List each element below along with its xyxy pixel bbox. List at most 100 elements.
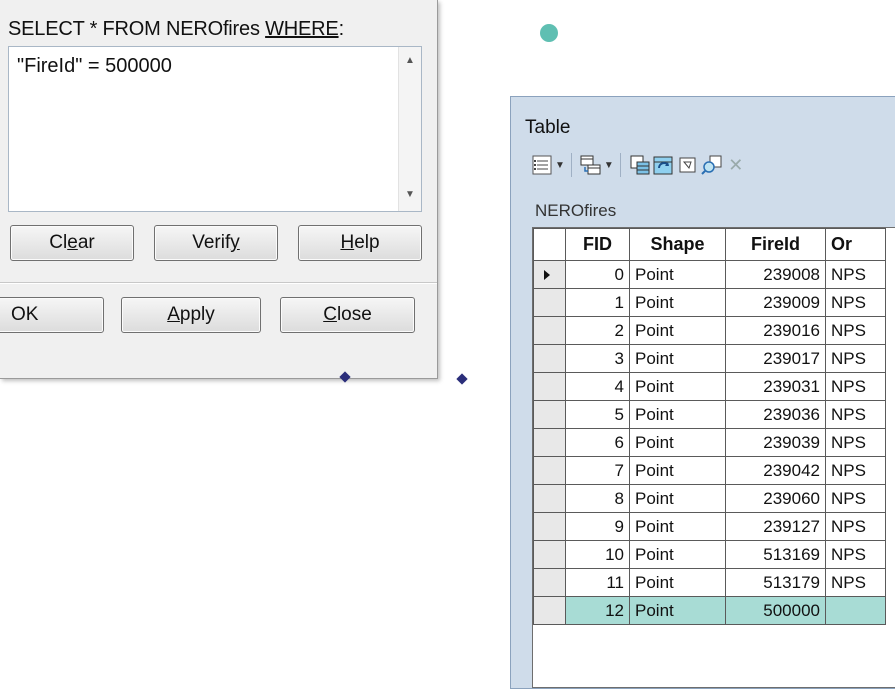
row-selector[interactable]: [533, 568, 566, 597]
cell-org[interactable]: [825, 596, 886, 625]
switch-selection-icon[interactable]: [653, 154, 675, 176]
related-tables-icon[interactable]: [580, 154, 602, 176]
table-row[interactable]: 6 Point 239039 NPS: [533, 428, 886, 457]
cell-fireid[interactable]: 513169: [725, 540, 826, 569]
table-row[interactable]: 0 Point 239008 NPS: [533, 260, 886, 289]
cell-shape[interactable]: Point: [629, 344, 726, 373]
cell-fid[interactable]: 3: [565, 344, 630, 373]
cell-shape[interactable]: Point: [629, 456, 726, 485]
cell-fid[interactable]: 8: [565, 484, 630, 513]
cell-fid[interactable]: 11: [565, 568, 630, 597]
column-header-shape[interactable]: Shape: [629, 228, 726, 261]
cell-fid[interactable]: 12: [565, 596, 630, 625]
cell-shape[interactable]: Point: [629, 484, 726, 513]
cell-fireid[interactable]: 239042: [725, 456, 826, 485]
row-selector[interactable]: [533, 512, 566, 541]
cell-shape[interactable]: Point: [629, 372, 726, 401]
chevron-down-icon[interactable]: ▼: [555, 160, 565, 171]
table-row[interactable]: 12 Point 500000: [533, 596, 886, 625]
chevron-down-icon[interactable]: ▼: [604, 160, 614, 171]
cell-fid[interactable]: 7: [565, 456, 630, 485]
cell-fireid[interactable]: 239060: [725, 484, 826, 513]
column-header-fireid[interactable]: FireId: [725, 228, 826, 261]
cell-fid[interactable]: 1: [565, 288, 630, 317]
cell-shape[interactable]: Point: [629, 512, 726, 541]
row-selector[interactable]: [533, 344, 566, 373]
table-options-icon[interactable]: [531, 154, 553, 176]
cell-fid[interactable]: 10: [565, 540, 630, 569]
cell-org[interactable]: NPS: [825, 512, 886, 541]
ok-button[interactable]: OK: [0, 297, 104, 333]
cell-shape[interactable]: Point: [629, 428, 726, 457]
map-point[interactable]: [456, 373, 468, 385]
row-selector[interactable]: [533, 484, 566, 513]
cell-shape[interactable]: Point: [629, 316, 726, 345]
cell-org[interactable]: NPS: [825, 260, 886, 289]
row-selector[interactable]: [533, 456, 566, 485]
cell-shape[interactable]: Point: [629, 540, 726, 569]
cell-org[interactable]: NPS: [825, 372, 886, 401]
zoom-to-selected-icon[interactable]: [701, 154, 723, 176]
cell-fireid[interactable]: 500000: [725, 596, 826, 625]
clear-button[interactable]: Cl e ar: [10, 225, 134, 261]
cell-fid[interactable]: 0: [565, 260, 630, 289]
cell-fid[interactable]: 6: [565, 428, 630, 457]
delete-selected-icon[interactable]: ✕: [725, 154, 747, 176]
cell-fid[interactable]: 5: [565, 400, 630, 429]
close-button[interactable]: Close: [280, 297, 415, 333]
table-row[interactable]: 7 Point 239042 NPS: [533, 456, 886, 485]
verify-button[interactable]: Verif y: [154, 225, 278, 261]
cell-fireid[interactable]: 239017: [725, 344, 826, 373]
row-selector[interactable]: [533, 288, 566, 317]
cell-org[interactable]: NPS: [825, 540, 886, 569]
table-row[interactable]: 9 Point 239127 NPS: [533, 512, 886, 541]
cell-org[interactable]: NPS: [825, 428, 886, 457]
cell-fid[interactable]: 4: [565, 372, 630, 401]
scroll-up-icon[interactable]: ▲: [404, 55, 416, 66]
cell-fid[interactable]: 9: [565, 512, 630, 541]
row-selector[interactable]: [533, 400, 566, 429]
cell-fireid[interactable]: 239016: [725, 316, 826, 345]
table-row[interactable]: 5 Point 239036 NPS: [533, 400, 886, 429]
table-row[interactable]: 11 Point 513179 NPS: [533, 568, 886, 597]
expression-scrollbar[interactable]: ▲ ▼: [398, 47, 421, 211]
clear-selection-icon[interactable]: [677, 154, 699, 176]
cell-fid[interactable]: 2: [565, 316, 630, 345]
cell-fireid[interactable]: 239009: [725, 288, 826, 317]
table-row[interactable]: 3 Point 239017 NPS: [533, 344, 886, 373]
cell-org[interactable]: NPS: [825, 344, 886, 373]
selected-map-point[interactable]: [540, 24, 558, 42]
column-header-fid[interactable]: FID: [565, 228, 630, 261]
row-selector[interactable]: [533, 316, 566, 345]
cell-org[interactable]: NPS: [825, 400, 886, 429]
cell-fireid[interactable]: 239039: [725, 428, 826, 457]
table-row[interactable]: 1 Point 239009 NPS: [533, 288, 886, 317]
select-by-attributes-icon[interactable]: [629, 154, 651, 176]
cell-shape[interactable]: Point: [629, 596, 726, 625]
row-selector[interactable]: [533, 540, 566, 569]
cell-org[interactable]: NPS: [825, 456, 886, 485]
row-selector[interactable]: [533, 372, 566, 401]
cell-shape[interactable]: Point: [629, 260, 726, 289]
cell-fireid[interactable]: 239008: [725, 260, 826, 289]
cell-shape[interactable]: Point: [629, 288, 726, 317]
cell-org[interactable]: NPS: [825, 316, 886, 345]
table-row[interactable]: 4 Point 239031 NPS: [533, 372, 886, 401]
apply-button[interactable]: Apply: [121, 297, 261, 333]
table-row[interactable]: 8 Point 239060 NPS: [533, 484, 886, 513]
sql-expression-box[interactable]: "FireId" = 500000 ▲ ▼: [8, 46, 422, 212]
row-selector[interactable]: [533, 260, 566, 289]
cell-org[interactable]: NPS: [825, 484, 886, 513]
table-row[interactable]: 2 Point 239016 NPS: [533, 316, 886, 345]
cell-shape[interactable]: Point: [629, 568, 726, 597]
row-selector[interactable]: [533, 428, 566, 457]
cell-shape[interactable]: Point: [629, 400, 726, 429]
help-button[interactable]: Help: [298, 225, 422, 261]
column-header-org[interactable]: Or: [825, 228, 886, 261]
row-selector[interactable]: [533, 596, 566, 625]
row-selector-header[interactable]: [533, 228, 566, 261]
cell-fireid[interactable]: 239036: [725, 400, 826, 429]
cell-fireid[interactable]: 239127: [725, 512, 826, 541]
cell-org[interactable]: NPS: [825, 568, 886, 597]
cell-fireid[interactable]: 239031: [725, 372, 826, 401]
